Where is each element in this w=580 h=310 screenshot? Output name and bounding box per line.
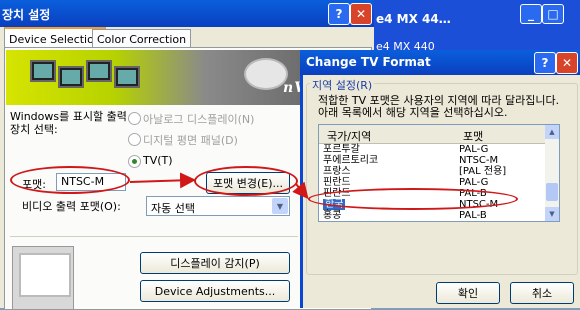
radio-analog-display[interactable] [128, 112, 141, 125]
chevron-down-icon[interactable]: ▼ [272, 198, 288, 214]
dialog-title: Change TV Format [306, 55, 431, 69]
detect-display-button[interactable]: 디스플레이 감지(P) [140, 252, 290, 274]
list-item[interactable]: 홍콩 PAL-B [319, 210, 545, 221]
divider [10, 236, 298, 237]
list-item[interactable]: 포르투갈 PAL-G [319, 144, 545, 155]
tab-color-correction[interactable]: Color Correction [92, 29, 192, 48]
dialog-close-button[interactable]: ✕ [556, 52, 578, 74]
video-output-label: 비디오 출력 포맷(O): [22, 200, 121, 213]
radio-digital-panel[interactable] [128, 133, 141, 146]
radio-tv[interactable] [128, 155, 141, 168]
main-title-bar[interactable]: 장치 설정 ? ✕ [0, 0, 374, 27]
row-country: 핀란드 [323, 177, 351, 188]
monitor-icon [114, 66, 140, 88]
list-item[interactable]: 프랑스 [PAL 전용] [319, 166, 545, 177]
nvidia-eye-logo-icon [244, 58, 288, 90]
scroll-thumb[interactable] [546, 183, 558, 201]
list-header: 국가/지역 포맷 [319, 125, 545, 144]
tv-icon [12, 246, 74, 310]
video-output-value: 자동 선택 [151, 202, 195, 215]
minimize-button[interactable]: _ [520, 4, 542, 24]
column-format[interactable]: 포맷 [463, 128, 483, 144]
cancel-button[interactable]: 취소 [510, 282, 574, 304]
video-output-select[interactable]: 자동 선택 ▼ [146, 196, 290, 216]
maximize-button[interactable]: □ [542, 4, 564, 24]
radio-digital-label: 디지털 평면 패널(D) [143, 134, 238, 147]
ok-button[interactable]: 확인 [436, 282, 500, 304]
dialog-help-button[interactable]: ? [534, 52, 556, 74]
monitor-icon [86, 60, 112, 82]
row-country: 푸에르토리코 [323, 155, 379, 166]
row-format: PAL-G [459, 144, 489, 155]
row-country: 홍콩 [323, 210, 342, 221]
annotation-format-ellipse [10, 166, 130, 194]
dialog-description: 적합한 TV 포맷은 사용자의 지역에 따라 달라집니다. 아래 목록에서 해당… [318, 94, 560, 119]
row-format: NTSC-M [459, 155, 499, 166]
device-adjustments-button[interactable]: Device Adjustments... [140, 280, 290, 302]
scroll-up-icon[interactable]: ▲ [545, 125, 559, 139]
close-button[interactable]: ✕ [350, 3, 372, 25]
row-country: 포르투갈 [323, 144, 360, 155]
row-format: PAL-G [459, 177, 489, 188]
help-button[interactable]: ? [328, 3, 350, 25]
dialog-title-bar[interactable]: Change TV Format ? ✕ [300, 50, 580, 75]
radio-tv-label: TV(T) [143, 154, 173, 167]
column-country[interactable]: 국가/지역 [327, 128, 371, 144]
list-item[interactable]: 핀란드 PAL-G [319, 177, 545, 188]
background-window-title: e4 MX 44… [376, 12, 451, 26]
annotation-korea-ellipse [308, 188, 518, 210]
scroll-down-icon[interactable]: ▼ [545, 207, 559, 221]
tab-device-selection[interactable]: Device Selection [4, 27, 106, 49]
radio-analog-label: 아날로그 디스플레이(N) [143, 113, 255, 126]
window-title: 장치 설정 [2, 8, 51, 22]
row-format: [PAL 전용] [459, 166, 507, 177]
annotation-button-ellipse [194, 166, 298, 196]
list-scrollbar[interactable]: ▲ ▼ [545, 125, 559, 221]
region-group-label: 지역 설정(R) [310, 77, 375, 93]
list-item[interactable]: 푸에르토리코 NTSC-M [319, 155, 545, 166]
row-format: PAL-B [459, 210, 487, 221]
monitor-icon [30, 60, 56, 82]
output-device-label: Windows를 표시할 출력 장치 선택: [10, 110, 127, 136]
row-country: 프랑스 [323, 166, 351, 177]
monitor-icon [58, 66, 84, 88]
